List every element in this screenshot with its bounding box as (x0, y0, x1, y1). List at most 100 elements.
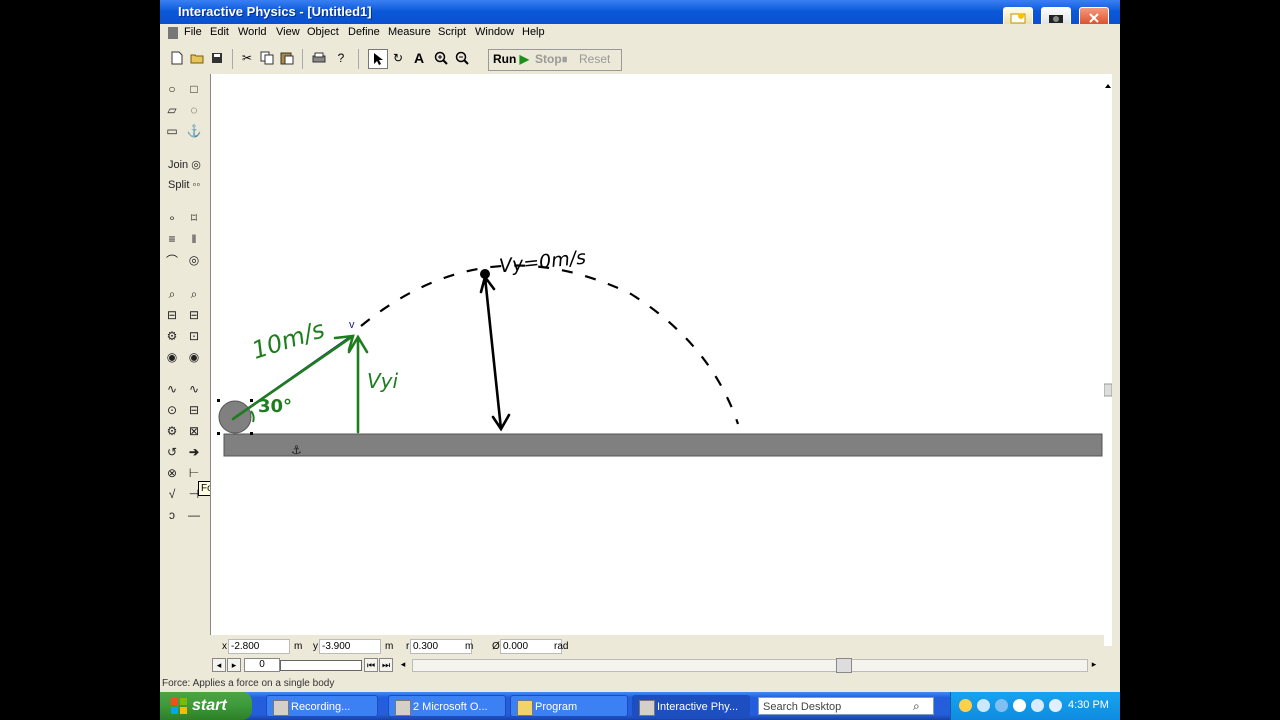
save-button[interactable] (208, 49, 226, 67)
taskbar-item-program[interactable]: Program (510, 695, 628, 717)
scroll-thumb[interactable] (1103, 383, 1113, 397)
linear-actuator-tool[interactable]: ⊠ (185, 422, 203, 440)
curve-tool[interactable]: ◌ (185, 101, 203, 119)
menu-measure[interactable]: Measure (388, 26, 431, 38)
torsion-tool[interactable]: ⊙ (163, 401, 181, 419)
copy-button[interactable] (258, 49, 276, 67)
polygon-tool[interactable]: ▱ (163, 101, 181, 119)
dimension-tool[interactable]: ⊢ (185, 464, 203, 482)
actuator-tool[interactable]: ⊟ (185, 401, 203, 419)
scroll-up-icon[interactable] (1105, 84, 1111, 88)
hscroll-right-button[interactable]: ▸ (1088, 658, 1100, 670)
vertical-slot-tool[interactable]: ‖ (185, 230, 203, 248)
rotational-spring-tool[interactable]: ◉ (163, 348, 181, 366)
selection-handle[interactable] (217, 432, 220, 435)
run-button[interactable]: Run ▶ (493, 52, 529, 66)
force-tool[interactable]: ➔ (185, 443, 203, 461)
taskbar-item-recording[interactable]: Recording... (266, 695, 378, 717)
hscroll-thumb[interactable] (836, 658, 852, 673)
rod-tool[interactable]: ⌕ (163, 285, 181, 303)
tray-back-icon[interactable] (995, 699, 1008, 712)
curved-slot-tool[interactable]: ⌒ (163, 251, 181, 269)
frame-back-button[interactable]: ◂ (212, 658, 226, 672)
text-tool-button[interactable]: A (410, 49, 428, 67)
selection-handle[interactable] (250, 399, 253, 402)
rope-tool[interactable]: ⌕ (185, 285, 203, 303)
box-tool[interactable]: ▭ (163, 122, 181, 140)
hscroll-left-button[interactable]: ◂ (397, 658, 409, 670)
zoom-out-button[interactable] (453, 49, 471, 67)
join-button[interactable]: Join ◎ (168, 158, 201, 171)
pin-tool[interactable]: ◎ (185, 251, 203, 269)
horizontal-scrollbar[interactable] (412, 659, 1088, 672)
desktop-search-input[interactable]: Search Desktop (758, 697, 934, 715)
motor-tool[interactable]: ⊡ (185, 327, 203, 345)
reset-button[interactable]: Reset (579, 52, 610, 66)
x-field[interactable]: -2.800 (228, 639, 290, 654)
tape-end-button[interactable]: ⏭ (379, 658, 393, 672)
menu-edit[interactable]: Edit (210, 26, 229, 38)
menu-window[interactable]: Window (475, 26, 514, 38)
selection-handle[interactable] (217, 399, 220, 402)
split-button[interactable]: Split ◦◦ (168, 179, 200, 191)
tray-record-icon[interactable] (1013, 699, 1026, 712)
rotational-damper-tool[interactable]: ◉ (185, 348, 203, 366)
ground-body[interactable] (223, 433, 1103, 457)
motor2-tool[interactable]: ⚙ (163, 422, 181, 440)
gravity-tool[interactable]: ⊗ (163, 464, 181, 482)
gear-tool[interactable]: ⚙ (163, 327, 181, 345)
frame-forward-button[interactable]: ▸ (227, 658, 241, 672)
tray-network-icon[interactable] (977, 699, 990, 712)
recording-app-icon (273, 700, 289, 716)
menu-object[interactable]: Object (307, 26, 339, 38)
square-point-tool[interactable]: ⌑ (185, 209, 203, 227)
vertical-scrollbar[interactable] (1103, 74, 1113, 650)
tray-search-icon[interactable] (1031, 699, 1044, 712)
clock[interactable]: 4:30 PM (1068, 699, 1109, 711)
vertical-tool[interactable]: √ (163, 485, 181, 503)
run-controls: Run ▶ Stop⏸ Reset (488, 49, 622, 71)
selection-handle[interactable] (250, 432, 253, 435)
tape-slider[interactable] (280, 660, 362, 671)
search-icon[interactable]: ⌕ (913, 699, 929, 713)
phi-field[interactable]: 0.000 (500, 639, 562, 654)
new-button[interactable] (168, 49, 186, 67)
rotate-tool-button[interactable]: ↻ (389, 49, 407, 67)
tray-volume-icon[interactable] (1049, 699, 1062, 712)
menu-script[interactable]: Script (438, 26, 466, 38)
rectangle-tool[interactable]: □ (185, 80, 203, 98)
taskbar-item-interactive-physics[interactable]: Interactive Phy... (632, 695, 750, 717)
zoom-in-button[interactable] (432, 49, 450, 67)
damper-tool[interactable]: ∿ (185, 380, 203, 398)
separator-tool[interactable]: ⊟ (163, 306, 181, 324)
taskbar-item-office[interactable]: 2 Microsoft O... (388, 695, 506, 717)
arrow-tool-button[interactable] (368, 49, 388, 69)
y-field[interactable]: -3.900 (319, 639, 381, 654)
spring-tool[interactable]: ∿ (163, 380, 181, 398)
r-field[interactable]: 0.300 (410, 639, 472, 654)
menu-define[interactable]: Define (348, 26, 380, 38)
menu-world[interactable]: World (238, 26, 267, 38)
slot-tool[interactable]: ≡ (163, 230, 181, 248)
tape-start-button[interactable]: ⏮ (364, 658, 378, 672)
stop-button[interactable]: Stop⏸ (535, 52, 568, 67)
measure-tool[interactable]: ↄ (163, 506, 181, 524)
tray-help-icon[interactable] (959, 699, 972, 712)
menu-help[interactable]: Help (522, 26, 545, 38)
menu-view[interactable]: View (276, 26, 300, 38)
pulley-tool[interactable]: ⊟ (185, 306, 203, 324)
point-tool[interactable]: ∘ (163, 209, 181, 227)
start-button[interactable]: start (160, 692, 252, 720)
menu-file[interactable]: File (184, 26, 202, 38)
torque-tool[interactable]: ↺ (163, 443, 181, 461)
line-tool[interactable]: — (185, 506, 203, 524)
circle-tool[interactable]: ○ (163, 80, 181, 98)
print-button[interactable] (310, 49, 328, 67)
paste-button[interactable] (278, 49, 296, 67)
workspace-canvas[interactable]: ⚓ 10m/s 30° Vyi Vy=0m/s v (210, 74, 1105, 635)
anchor-tool[interactable]: ⚓ (185, 122, 203, 140)
frame-counter[interactable]: 0 (244, 658, 280, 672)
help-pointer-button[interactable]: ? (332, 49, 350, 67)
open-button[interactable] (188, 49, 206, 67)
cut-button[interactable]: ✂ (238, 49, 256, 67)
